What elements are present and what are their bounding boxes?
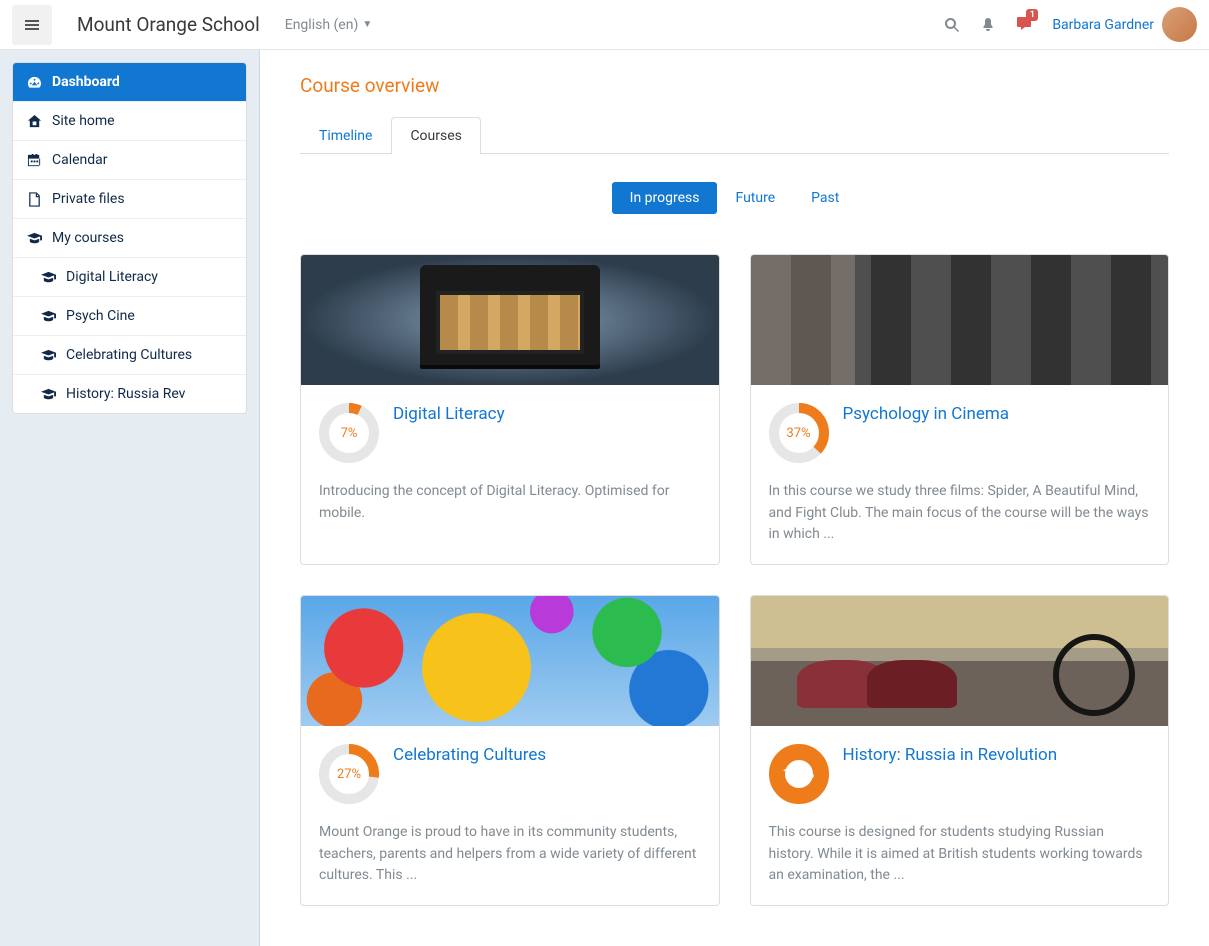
sidebar-item-label: Site home <box>52 113 115 129</box>
user-name: Barbara Gardner <box>1052 17 1154 33</box>
site-brand[interactable]: Mount Orange School <box>77 13 260 36</box>
nav-list: Dashboard Site home Calendar Private fil… <box>12 62 247 414</box>
sidebar-item-digital-literacy[interactable]: Digital Literacy <box>13 258 246 297</box>
progress-donut: 100% <box>769 744 829 804</box>
sidebar-item-label: Psych Cine <box>66 308 135 324</box>
sidebar-item-label: History: Russia Rev <box>66 386 185 402</box>
course-title-link[interactable]: History: Russia in Revolution <box>843 744 1058 766</box>
page-title: Course overview <box>300 74 1169 97</box>
course-thumbnail[interactable] <box>301 255 719 385</box>
tachometer-icon <box>27 75 42 90</box>
sidebar-item-psych-cine[interactable]: Psych Cine <box>13 297 246 336</box>
hamburger-icon <box>24 17 40 33</box>
progress-donut: 7% <box>319 403 379 463</box>
sidebar-item-label: Digital Literacy <box>66 269 158 285</box>
search-icon[interactable] <box>944 17 960 33</box>
course-card: 27% Celebrating Cultures Mount Orange is… <box>300 595 720 906</box>
course-description: Introducing the concept of Digital Liter… <box>319 481 701 524</box>
progress-percent: 100% <box>769 744 829 804</box>
nav-drawer-toggle[interactable] <box>12 5 52 45</box>
sidebar-item-label: Private files <box>52 191 125 207</box>
course-grid: 7% Digital Literacy Introducing the conc… <box>300 254 1169 906</box>
bell-icon[interactable] <box>980 17 996 33</box>
course-description: This course is designed for students stu… <box>769 822 1151 887</box>
sidebar-item-label: Calendar <box>52 152 108 168</box>
course-card: 100% History: Russia in Revolution This … <box>750 595 1170 906</box>
message-badge: 1 <box>1026 9 1038 21</box>
course-description: In this course we study three films: Spi… <box>769 481 1151 546</box>
progress-percent: 27% <box>319 744 379 804</box>
sidebar-item-calendar[interactable]: Calendar <box>13 141 246 180</box>
course-thumbnail[interactable] <box>301 596 719 726</box>
progress-donut: 27% <box>319 744 379 804</box>
calendar-icon <box>27 153 42 168</box>
course-title-link[interactable]: Celebrating Cultures <box>393 744 546 766</box>
sidebar-item-label: My courses <box>52 230 124 246</box>
progress-percent: 37% <box>769 403 829 463</box>
sidebar-item-my-courses[interactable]: My courses <box>13 219 246 258</box>
home-icon <box>27 114 42 129</box>
sidebar-item-history-russia-rev[interactable]: History: Russia Rev <box>13 375 246 413</box>
progress-donut: 37% <box>769 403 829 463</box>
sidebar-item-dashboard[interactable]: Dashboard <box>13 63 246 102</box>
pill-in-progress[interactable]: In progress <box>612 182 718 214</box>
course-thumbnail[interactable] <box>751 255 1169 385</box>
sidebar-item-site-home[interactable]: Site home <box>13 102 246 141</box>
course-card: 7% Digital Literacy Introducing the conc… <box>300 254 720 565</box>
overview-tabs: TimelineCourses <box>300 117 1169 154</box>
file-icon <box>27 192 42 207</box>
tab-courses[interactable]: Courses <box>391 117 480 154</box>
caret-down-icon: ▼ <box>362 19 372 30</box>
course-title-link[interactable]: Digital Literacy <box>393 403 505 425</box>
graduation-icon <box>41 387 56 402</box>
course-thumbnail[interactable] <box>751 596 1169 726</box>
messages-toggle[interactable]: 1 <box>1016 15 1032 35</box>
graduation-icon <box>41 270 56 285</box>
course-card: 37% Psychology in Cinema In this course … <box>750 254 1170 565</box>
nav-drawer: Dashboard Site home Calendar Private fil… <box>0 50 260 946</box>
avatar <box>1162 7 1197 42</box>
graduation-icon <box>27 231 42 246</box>
sidebar-item-label: Dashboard <box>52 74 120 90</box>
pill-future[interactable]: Future <box>717 182 793 214</box>
graduation-icon <box>41 348 56 363</box>
sidebar-item-private-files[interactable]: Private files <box>13 180 246 219</box>
tab-timeline[interactable]: Timeline <box>300 117 391 154</box>
language-label: English (en) <box>285 17 359 33</box>
top-navbar: Mount Orange School English (en) ▼ 1 Bar… <box>0 0 1209 50</box>
navbar-right: 1 Barbara Gardner <box>944 7 1197 42</box>
pill-past[interactable]: Past <box>793 182 857 214</box>
course-description: Mount Orange is proud to have in its com… <box>319 822 701 887</box>
progress-percent: 7% <box>319 403 379 463</box>
sidebar-item-celebrating-cultures[interactable]: Celebrating Cultures <box>13 336 246 375</box>
user-menu[interactable]: Barbara Gardner <box>1052 7 1197 42</box>
sidebar-item-label: Celebrating Cultures <box>66 347 192 363</box>
language-dropdown[interactable]: English (en) ▼ <box>285 17 373 33</box>
course-title-link[interactable]: Psychology in Cinema <box>843 403 1010 425</box>
graduation-icon <box>41 309 56 324</box>
course-filter-pills: In progressFuturePast <box>300 182 1169 214</box>
main-region: Course overview TimelineCourses In progr… <box>260 50 1209 946</box>
